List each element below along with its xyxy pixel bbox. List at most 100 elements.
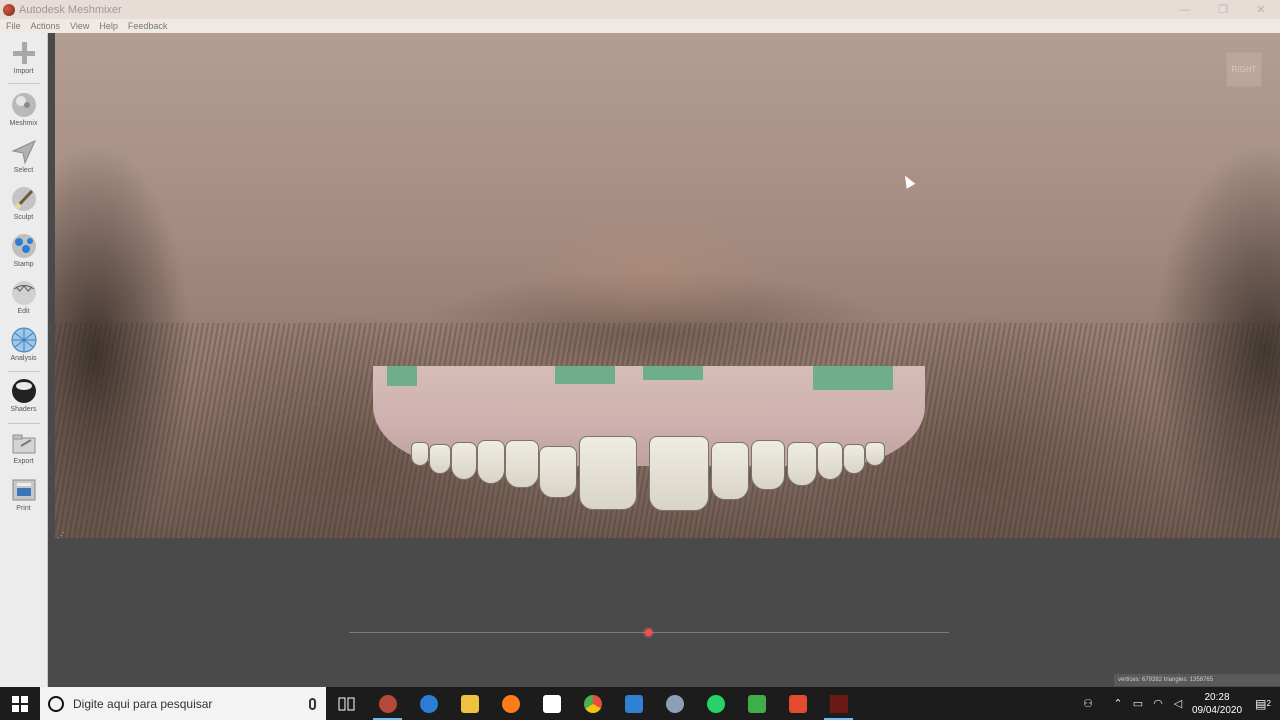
tooth bbox=[843, 444, 865, 474]
tool-edit[interactable]: Edit bbox=[0, 279, 47, 323]
microphone-icon[interactable] bbox=[309, 697, 316, 710]
scan-edge bbox=[387, 366, 417, 386]
taskbar-app-whatsapp[interactable] bbox=[695, 687, 736, 720]
clock[interactable]: 20:28 09/04/2020 bbox=[1188, 691, 1246, 717]
minimize-button[interactable]: — bbox=[1166, 0, 1204, 19]
tooth bbox=[477, 440, 505, 484]
taskbar-app-mail[interactable] bbox=[613, 687, 654, 720]
taskbar-app-file-explorer[interactable] bbox=[449, 687, 490, 720]
tool-import[interactable]: Import bbox=[0, 39, 47, 83]
title-bar: Autodesk Meshmixer — ❐ ✕ bbox=[0, 0, 1280, 19]
dental-scan-model[interactable] bbox=[373, 366, 925, 516]
taskbar-app-chrome[interactable] bbox=[572, 687, 613, 720]
menu-feedback[interactable]: Feedback bbox=[128, 21, 168, 31]
meshmixer-logo-icon bbox=[3, 3, 15, 16]
taskbar-app-recorder[interactable] bbox=[777, 687, 818, 720]
meshmix-sphere-icon bbox=[10, 91, 38, 119]
meshmixer-icon bbox=[378, 694, 397, 713]
cortana-icon bbox=[48, 695, 64, 712]
taskbar: Digite aqui para pesquisar ⚇ ⌃ ▭ ◠ ◁ 20:… bbox=[0, 687, 1280, 720]
printer-icon bbox=[10, 476, 38, 504]
firefox-icon bbox=[501, 694, 520, 713]
taskbar-app-meshmixer[interactable] bbox=[367, 687, 408, 720]
edit-sphere-icon bbox=[10, 279, 38, 307]
timeline-handle[interactable] bbox=[645, 629, 652, 636]
spiral-icon bbox=[665, 694, 684, 713]
windows-logo-icon bbox=[12, 695, 28, 712]
menu-bar: File Actions View Help Feedback bbox=[0, 19, 1280, 33]
tool-label: Analysis bbox=[10, 355, 37, 362]
3d-viewport[interactable]: RIGHT ⋰ vertices: 679382 triangles: 1358… bbox=[48, 33, 1280, 687]
tooth bbox=[787, 442, 817, 486]
notification-center-button[interactable]: ▤ 2 bbox=[1246, 687, 1280, 720]
taskbar-app-photo[interactable] bbox=[818, 687, 859, 720]
tool-sidebar: Import Meshmix Select Sculpt Stamp Edit bbox=[0, 33, 48, 687]
whatsapp-icon bbox=[706, 694, 725, 713]
recorder-icon bbox=[788, 694, 807, 713]
tooth bbox=[865, 442, 885, 466]
tooth bbox=[411, 442, 429, 466]
menu-help[interactable]: Help bbox=[99, 21, 118, 31]
taskbar-app-edge[interactable] bbox=[408, 687, 449, 720]
taskbar-app-firefox[interactable] bbox=[490, 687, 531, 720]
tooth bbox=[539, 446, 577, 498]
close-button[interactable]: ✕ bbox=[1242, 0, 1280, 19]
menu-actions[interactable]: Actions bbox=[31, 21, 61, 31]
stamp-icon bbox=[10, 232, 38, 260]
tooth bbox=[751, 440, 785, 490]
people-icon[interactable]: ⚇ bbox=[1078, 697, 1098, 710]
tool-analysis[interactable]: Analysis bbox=[0, 326, 47, 370]
menu-file[interactable]: File bbox=[6, 21, 21, 31]
scan-edge bbox=[813, 366, 893, 390]
battery-icon[interactable]: ▭ bbox=[1128, 697, 1148, 710]
divider bbox=[8, 371, 40, 372]
tool-label: Sculpt bbox=[13, 214, 34, 221]
photo-thumbnail-icon bbox=[829, 694, 848, 713]
store-icon bbox=[542, 694, 561, 713]
export-folder-icon bbox=[10, 429, 38, 457]
analysis-sphere-icon bbox=[10, 326, 38, 354]
tool-sculpt[interactable]: Sculpt bbox=[0, 185, 47, 229]
tool-shaders[interactable]: Shaders bbox=[0, 377, 47, 421]
teeth-row bbox=[403, 436, 895, 516]
volume-icon[interactable]: ◁ bbox=[1168, 697, 1188, 710]
resize-handle-icon[interactable]: ⋰ bbox=[57, 531, 65, 540]
tool-stamp[interactable]: Stamp bbox=[0, 232, 47, 276]
taskbar-search[interactable]: Digite aqui para pesquisar bbox=[40, 687, 326, 720]
plus-icon bbox=[10, 39, 38, 67]
clock-time: 20:28 bbox=[1204, 691, 1230, 703]
tooth bbox=[429, 444, 451, 474]
camtasia-icon bbox=[747, 694, 766, 713]
maximize-button[interactable]: ❐ bbox=[1204, 0, 1242, 19]
tool-print[interactable]: Print bbox=[0, 476, 47, 520]
view-cube[interactable]: RIGHT bbox=[1226, 52, 1262, 87]
divider bbox=[8, 83, 40, 84]
taskbar-app-spiral[interactable] bbox=[654, 687, 695, 720]
task-view-icon bbox=[338, 697, 354, 710]
tool-label: Select bbox=[13, 167, 34, 174]
wifi-icon[interactable]: ◠ bbox=[1148, 697, 1168, 710]
tooth bbox=[711, 442, 749, 500]
mesh-stats: vertices: 679382 triangles: 1358765 bbox=[1114, 674, 1280, 686]
window-controls: — ❐ ✕ bbox=[1166, 0, 1280, 19]
search-placeholder: Digite aqui para pesquisar bbox=[73, 696, 213, 711]
notification-icon: ▤ bbox=[1255, 696, 1267, 711]
task-view-button[interactable] bbox=[326, 687, 367, 720]
taskbar-app-store[interactable] bbox=[531, 687, 572, 720]
folder-icon bbox=[460, 694, 479, 713]
tool-export[interactable]: Export bbox=[0, 429, 47, 473]
tooth bbox=[505, 440, 539, 488]
start-button[interactable] bbox=[0, 687, 40, 720]
taskbar-app-camtasia[interactable] bbox=[736, 687, 777, 720]
chevron-up-icon[interactable]: ⌃ bbox=[1108, 697, 1128, 710]
tooth bbox=[649, 436, 709, 511]
scan-edge bbox=[555, 366, 615, 384]
tool-select[interactable]: Select bbox=[0, 138, 47, 182]
tool-meshmix[interactable]: Meshmix bbox=[0, 91, 47, 135]
window-title: Autodesk Meshmixer bbox=[19, 3, 122, 16]
clock-date: 09/04/2020 bbox=[1191, 704, 1243, 716]
tool-label: Print bbox=[16, 505, 31, 512]
menu-view[interactable]: View bbox=[70, 21, 89, 31]
tool-label: Shaders bbox=[10, 406, 37, 413]
brush-icon bbox=[10, 185, 38, 213]
